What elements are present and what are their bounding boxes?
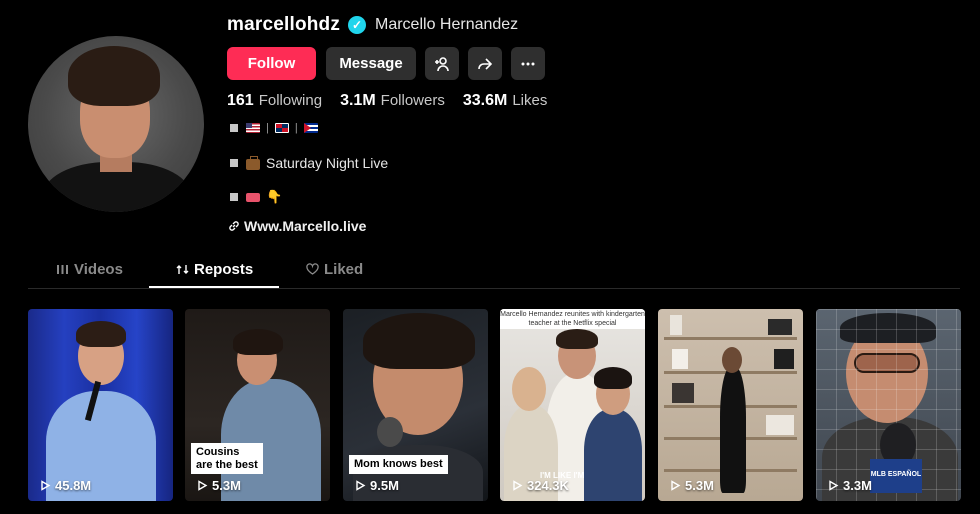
play-icon [356,480,366,491]
play-icon [198,480,208,491]
separator: | [266,122,269,134]
tab-liked-label: Liked [324,261,364,278]
more-options-button[interactable] [511,47,545,80]
bullet-square-icon [230,193,238,201]
repost-icon [176,265,189,274]
display-name: Marcello Hernandez [375,16,519,33]
separator: | [294,122,298,134]
followers-stat[interactable]: 3.1M Followers [340,92,445,110]
view-count-text: 5.3M [685,478,714,493]
following-stat[interactable]: 161 Following [227,92,322,110]
dominican-flag-icon [274,123,289,133]
view-count-text: 9.5M [370,478,399,493]
tab-videos[interactable]: Videos [56,261,123,278]
bio-line-flags: | | [230,122,318,134]
grid-bars-icon [57,265,68,274]
add-friend-icon [435,56,449,71]
add-friend-button[interactable] [425,47,459,80]
active-tab-indicator [149,286,279,288]
view-count: 9.5M [355,478,399,493]
likes-stat: 33.6M Likes [463,92,548,110]
play-icon [671,480,681,491]
view-count-text: 5.3M [212,478,241,493]
following-label: Following [258,92,323,109]
bio-job-text: Saturday Night Live [266,155,389,171]
view-count: 3.3M [828,478,872,493]
verified-badge-icon: ✓ [348,16,366,34]
ticket-icon [246,192,260,202]
video-tile[interactable]: Cousins are the best 5.3M [185,309,330,501]
view-count: 324.3K [512,478,569,493]
view-count-text: 45.8M [55,478,92,493]
bullet-square-icon [230,159,238,167]
heart-lock-icon [306,263,319,275]
profile-tabs: Videos Reposts Liked [28,253,960,289]
video-caption: Cousins are the best [191,443,263,475]
username: marcellohdz [227,14,341,35]
view-count-text: 3.3M [843,478,872,493]
followers-count: 3.1M [340,92,376,109]
mic-brand-label: MLB ESPAÑOL [870,459,922,493]
profile-stats: 161 Following 3.1M Followers 33.6M Likes [227,92,547,110]
view-count: 45.8M [40,478,91,493]
likes-label: Likes [512,92,548,109]
video-tile[interactable]: Marcello Hernandez reunites with kinderg… [500,309,645,501]
video-tile[interactable]: MLB ESPAÑOL 3.3M [816,309,961,501]
briefcase-icon [246,155,260,170]
video-tile[interactable]: 5.3M [658,309,803,501]
share-icon [478,57,493,70]
tab-liked[interactable]: Liked [306,261,363,278]
tab-reposts[interactable]: Reposts [176,261,253,278]
us-flag-icon [246,123,260,133]
tab-videos-label: Videos [74,261,123,278]
bullet-square-icon [230,124,238,132]
pointing-down-icon: 👇 [266,189,283,204]
play-icon [513,480,523,491]
link-icon [229,221,239,231]
video-tile[interactable]: Mom knows best 9.5M [343,309,488,501]
play-icon [41,480,51,491]
bio-line-job: Saturday Night Live [230,155,388,171]
follow-button[interactable]: Follow [227,47,316,80]
video-top-caption: Marcello Hernandez reunites with kinderg… [500,309,645,329]
video-grid: 45.8M Cousins are the best 5.3M Mom know… [28,309,961,501]
likes-count: 33.6M [462,92,508,109]
view-count-text: 324.3K [527,478,569,493]
bio-link-text: Www.Marcello.live [244,218,367,234]
cuban-flag-icon [303,123,318,133]
video-caption: Mom knows best [349,455,448,474]
profile-avatar [28,36,204,212]
followers-label: Followers [380,92,445,109]
view-count: 5.3M [670,478,714,493]
tab-reposts-label: Reposts [194,261,254,278]
play-icon [829,480,839,491]
bio-link[interactable]: Www.Marcello.live [228,218,366,234]
following-count: 161 [227,92,254,109]
view-count: 5.3M [197,478,241,493]
share-button[interactable] [468,47,502,80]
bio-line-tickets: 👇 [230,189,282,205]
message-button[interactable]: Message [326,47,416,80]
ellipsis-icon [521,62,535,65]
video-tile[interactable]: 45.8M [28,309,173,501]
